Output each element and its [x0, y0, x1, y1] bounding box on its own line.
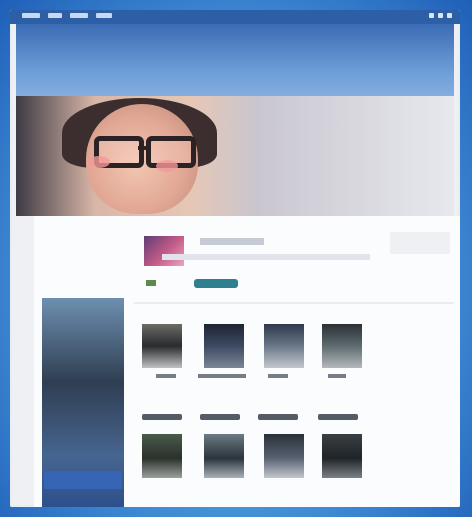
thumb-7[interactable]	[264, 434, 304, 478]
follow-button[interactable]	[194, 279, 238, 288]
thumb-caption-4	[328, 374, 346, 378]
toolbar-icons	[429, 13, 452, 18]
thumb-caption-2	[198, 374, 246, 378]
thumb-5[interactable]	[142, 434, 182, 478]
row-separator-3	[258, 414, 298, 420]
profile-content	[34, 216, 460, 507]
avatar[interactable]	[144, 236, 184, 266]
photo-grid	[142, 324, 452, 507]
thumb-2[interactable]	[204, 324, 244, 368]
cheek-right	[156, 160, 178, 172]
nav-link-4[interactable]	[96, 13, 112, 18]
thumb-1[interactable]	[142, 324, 182, 368]
thumb-6[interactable]	[204, 434, 244, 478]
header-banner	[16, 24, 454, 106]
thumb-caption-3	[268, 374, 288, 378]
sidebar-caption[interactable]	[44, 471, 122, 489]
top-navigation-bar	[10, 10, 460, 24]
nav-link-1[interactable]	[22, 13, 40, 18]
row-separator-1	[142, 414, 182, 420]
thumb-3[interactable]	[264, 324, 304, 368]
profile-side-box[interactable]	[390, 232, 450, 254]
thumb-caption-1	[156, 374, 176, 378]
row-separator-4	[318, 414, 358, 420]
profile-description	[162, 254, 370, 260]
section-divider	[134, 302, 454, 304]
browser-window	[10, 10, 460, 507]
row-separator-2	[200, 414, 240, 420]
nav-link-3[interactable]	[70, 13, 88, 18]
nav-link-2[interactable]	[48, 13, 62, 18]
back-arrow-icon[interactable]	[146, 280, 156, 286]
menu-icon[interactable]	[429, 13, 434, 18]
nav-links	[22, 13, 112, 18]
profile-name	[200, 238, 264, 245]
thumb-8[interactable]	[322, 434, 362, 478]
settings-icon[interactable]	[447, 13, 452, 18]
home-icon[interactable]	[438, 13, 443, 18]
thumb-4[interactable]	[322, 324, 362, 368]
cheek-left	[88, 156, 110, 168]
